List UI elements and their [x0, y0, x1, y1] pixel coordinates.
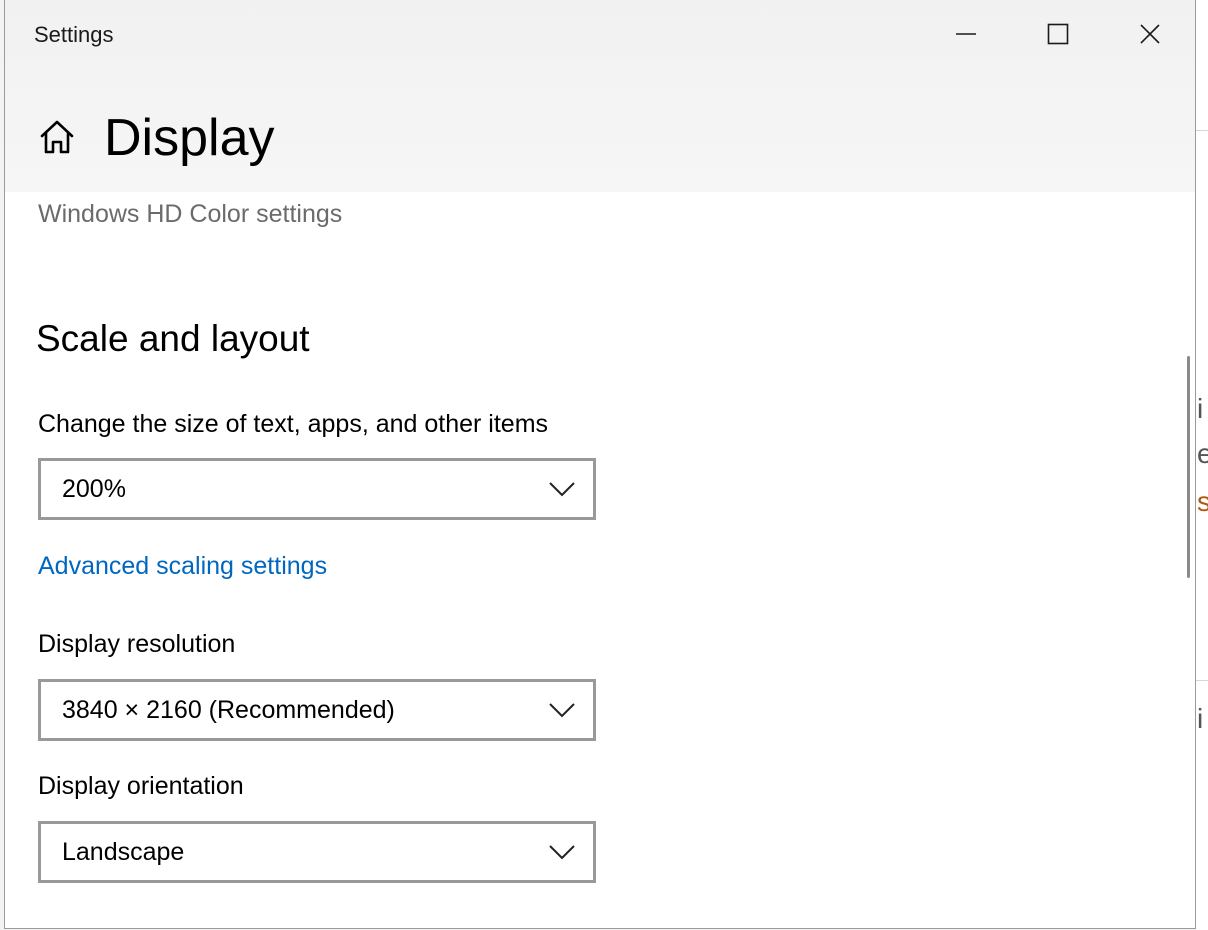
- scale-dropdown-value: 200%: [62, 475, 126, 503]
- resolution-label: Display resolution: [38, 630, 236, 658]
- minimize-button[interactable]: [920, 0, 1012, 68]
- scale-label: Change the size of text, apps, and other…: [38, 410, 549, 438]
- advanced-scaling-link[interactable]: Advanced scaling settings: [38, 552, 327, 581]
- background-text-fragment: s: [1197, 486, 1208, 517]
- hd-color-settings-link[interactable]: Windows HD Color settings: [38, 200, 342, 229]
- orientation-label: Display orientation: [38, 772, 244, 800]
- chevron-down-icon: [549, 845, 575, 860]
- orientation-dropdown[interactable]: Landscape: [38, 821, 596, 883]
- window-header: Settings Display: [5, 0, 1195, 192]
- home-icon[interactable]: [36, 116, 78, 158]
- minimize-icon: [956, 33, 976, 35]
- scale-dropdown[interactable]: 200%: [38, 458, 596, 520]
- section-title-scale-layout: Scale and layout: [36, 318, 310, 359]
- chevron-down-icon: [549, 703, 575, 718]
- background-text-fragment: i: [1197, 703, 1204, 734]
- orientation-dropdown-value: Landscape: [62, 838, 185, 866]
- vertical-scrollbar[interactable]: [1187, 356, 1190, 578]
- maximize-icon: [1047, 23, 1069, 45]
- background-text-fragment: e: [1197, 438, 1208, 469]
- settings-window: Settings Display Windows HD Color settin…: [4, 0, 1196, 929]
- window-title: Settings: [34, 22, 114, 47]
- resolution-dropdown-value: 3840 × 2160 (Recommended): [62, 696, 395, 724]
- close-icon: [1140, 24, 1160, 44]
- close-button[interactable]: [1104, 0, 1195, 68]
- background-divider: [1196, 680, 1208, 681]
- maximize-button[interactable]: [1012, 0, 1104, 68]
- background-divider: [1196, 130, 1208, 131]
- page-header: Display: [36, 110, 275, 164]
- background-window-edge: i e s i: [1196, 0, 1208, 930]
- background-text-fragment: i: [1197, 393, 1204, 424]
- resolution-dropdown[interactable]: 3840 × 2160 (Recommended): [38, 679, 596, 741]
- chevron-down-icon: [549, 482, 575, 497]
- page-title: Display: [104, 109, 275, 167]
